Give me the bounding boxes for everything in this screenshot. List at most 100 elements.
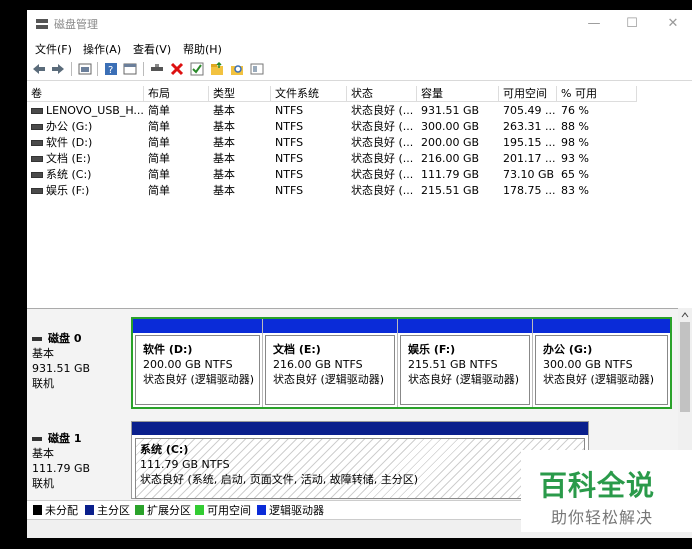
menu-bar: 文件(F) 操作(A) 查看(V) 帮助(H) [27,39,692,57]
col-header-status[interactable]: 状态 [347,86,417,102]
disk1-label[interactable]: 磁盘 1 基本 111.79 GB 联机 [32,431,90,491]
partition-name: 文档 (E:) [273,343,321,356]
disk-management-window: 磁盘管理 — ☐ ✕ 文件(F) 操作(A) 查看(V) 帮助(H) ? 卷 布… [27,10,692,538]
volume-list: 卷 布局 类型 文件系统 状态 容量 可用空间 % 可用 LENOVO_USB_… [27,86,692,306]
menu-action[interactable]: 操作(A) [83,41,121,57]
connect-icon[interactable] [149,61,165,77]
legend-primary: 主分区 [85,504,130,517]
toolbar: ? [27,58,692,81]
legend-unallocated: 未分配 [33,504,78,517]
volume-name-cell[interactable]: 软件 (D:) [31,135,143,151]
volume-cell: 状态良好 (... [351,120,414,133]
minimize-button[interactable]: — [580,13,608,35]
disk0-partitions: 软件 (D:) 200.00 GB NTFS 状态良好 (逻辑驱动器) 文档 (… [131,317,672,409]
partition-g[interactable]: 办公 (G:) 300.00 GB NTFS 状态良好 (逻辑驱动器) [533,319,670,407]
forward-icon[interactable] [50,61,66,77]
disk1-type: 基本 [32,447,54,460]
partition-d[interactable]: 软件 (D:) 200.00 GB NTFS 状态良好 (逻辑驱动器) [133,319,263,407]
volume-cell: 状态良好 (... [351,184,414,197]
volume-cell: 基本 [213,136,235,149]
partition-status: 状态良好 (逻辑驱动器) [543,373,655,386]
volume-cell: 200.00 GB [421,136,480,149]
col-header-layout[interactable]: 布局 [144,86,209,102]
toolbar-separator [143,62,144,76]
col-header-type[interactable]: 类型 [209,86,271,102]
partition-name: 软件 (D:) [143,343,193,356]
volume-name-cell[interactable]: 文档 (E:) [31,151,143,167]
volume-cell: 状态良好 (... [351,136,414,149]
help-icon[interactable]: ? [103,61,119,77]
partition-c[interactable]: 系统 (C:) 111.79 GB NTFS 状态良好 (系统, 启动, 页面文… [135,438,585,499]
volume-cell: 基本 [213,120,235,133]
volume-icon [31,140,43,146]
menu-view[interactable]: 查看(V) [133,41,171,57]
volume-cell: 76 % [561,104,589,117]
col-header-capacity[interactable]: 容量 [417,86,499,102]
back-icon[interactable] [31,61,47,77]
partition-size: 215.51 GB NTFS [408,358,498,371]
disk1-name: 磁盘 1 [48,432,82,445]
partition-status: 状态良好 (逻辑驱动器) [408,373,520,386]
delete-icon[interactable] [169,61,185,77]
volume-cell: 73.10 GB [503,168,555,181]
volume-cell: 111.79 GB [421,168,480,181]
view-icon[interactable] [122,61,138,77]
partition-name: 办公 (G:) [543,343,593,356]
volume-cell: NTFS [275,136,304,149]
disk-icon [32,337,42,341]
partition-f[interactable]: 娱乐 (F:) 215.51 GB NTFS 状态良好 (逻辑驱动器) [398,319,533,407]
volume-cell: NTFS [275,152,304,165]
disk0-name: 磁盘 0 [48,332,82,345]
volume-cell: 931.51 GB [421,104,480,117]
partition-bar [133,319,262,333]
volume-cell: 简单 [148,152,170,165]
check-icon[interactable] [189,61,205,77]
col-header-volume[interactable]: 卷 [27,86,144,102]
col-header-free-space[interactable]: 可用空间 [499,86,557,102]
partition-status: 状态良好 (逻辑驱动器) [273,373,385,386]
maximize-button[interactable]: ☐ [618,13,646,35]
volume-cell: 65 % [561,168,589,181]
volume-cell: 基本 [213,152,235,165]
title-bar: 磁盘管理 — ☐ ✕ [27,10,692,38]
search-icon[interactable] [229,61,245,77]
volume-cell: 简单 [148,184,170,197]
volume-name-cell[interactable]: 系统 (C:) [31,167,143,183]
partition-status: 状态良好 (逻辑驱动器) [143,373,255,386]
volume-cell: 195.15 ... [503,136,556,149]
volume-icon [31,156,43,162]
volume-cell: 状态良好 (... [351,104,414,117]
disk0-label[interactable]: 磁盘 0 基本 931.51 GB 联机 [32,331,90,391]
col-header-percent-free[interactable]: % 可用 [557,86,637,102]
col-header-filesystem[interactable]: 文件系统 [271,86,347,102]
volume-cell: 216.00 GB [421,152,480,165]
partition-size: 200.00 GB NTFS [143,358,233,371]
scroll-thumb[interactable] [680,322,690,412]
volume-name-cell[interactable]: 办公 (G:) [31,119,143,135]
watermark-title: 百科全说 [539,469,656,502]
volume-cell: 基本 [213,104,235,117]
properties-icon[interactable] [77,61,93,77]
partition-name: 娱乐 (F:) [408,343,456,356]
partition-e[interactable]: 文档 (E:) 216.00 GB NTFS 状态良好 (逻辑驱动器) [263,319,398,407]
toolbar-separator [97,62,98,76]
menu-file[interactable]: 文件(F) [35,41,72,57]
svg-text:?: ? [108,65,113,76]
partition-status: 状态良好 (系统, 启动, 页面文件, 活动, 故障转储, 主分区) [140,473,419,486]
volume-cell: 简单 [148,168,170,181]
menu-help[interactable]: 帮助(H) [183,41,222,57]
disk-management-app-icon [36,19,48,29]
volume-cell: 简单 [148,104,170,117]
close-button[interactable]: ✕ [659,13,687,35]
legend-logical: 逻辑驱动器 [257,504,324,517]
scroll-up-icon[interactable] [681,312,689,318]
volume-cell: 状态良好 (... [351,168,414,181]
volume-cell: NTFS [275,168,304,181]
volume-cell: 基本 [213,184,235,197]
watermark-subtitle: 助你轻松解决 [551,508,654,527]
folder-icon[interactable] [209,61,225,77]
volume-name-cell[interactable]: 娱乐 (F:) [31,183,143,199]
panel-icon[interactable] [249,61,265,77]
volume-name-cell[interactable]: LENOVO_USB_H... [31,103,143,119]
partition-bar [398,319,532,333]
